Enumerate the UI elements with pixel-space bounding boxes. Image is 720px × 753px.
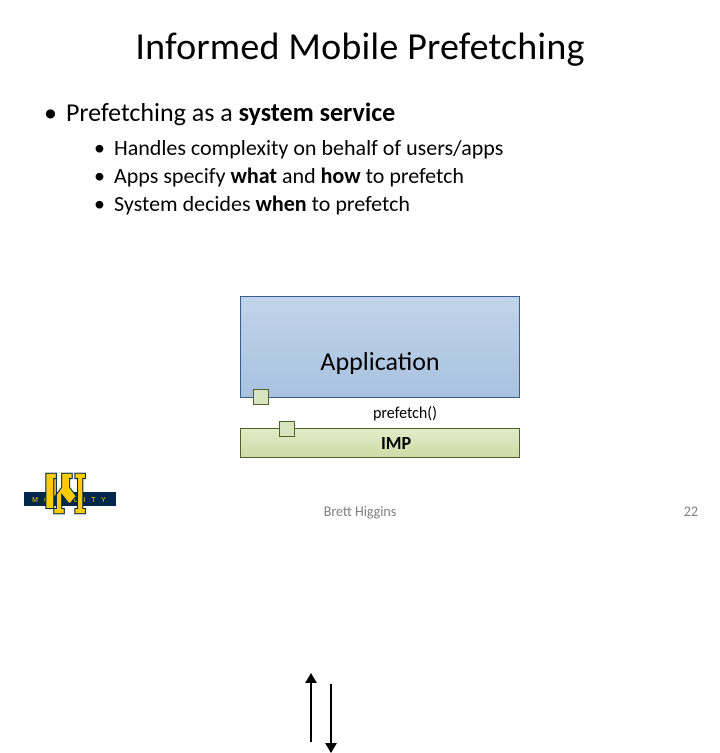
architecture-diagram: Application prefetch() IMP: [240, 296, 520, 458]
page-number: 22: [684, 503, 698, 520]
sub-bullet-2: Apps specify what and how to prefetch: [66, 162, 680, 190]
prefetch-label: prefetch(): [373, 404, 437, 423]
sub-bullet-1-text: Handles complexity on behalf of users/ap…: [114, 134, 503, 161]
application-label: Application: [320, 345, 439, 377]
sub-bullet-3-b: when: [256, 190, 307, 217]
sub-bullet-2-b1: what: [231, 162, 277, 189]
sub-bullet-2-post: to prefetch: [361, 162, 464, 189]
sub-bullet-1: Handles complexity on behalf of users/ap…: [66, 134, 680, 162]
bullet-main: Prefetching as a system service Handles …: [40, 96, 680, 218]
slide-title: Informed Mobile Prefetching: [40, 24, 680, 70]
sub-bullet-2-pre: Apps specify: [114, 162, 231, 189]
imp-label: IMP: [381, 432, 411, 454]
arrow-down-icon: [330, 684, 332, 752]
imp-box: IMP: [240, 428, 520, 458]
bullet-list-lvl2: Handles complexity on behalf of users/ap…: [66, 134, 680, 218]
arrow-up-icon: [310, 674, 312, 742]
sub-bullet-3: System decides when to prefetch: [66, 190, 680, 218]
bullet-list-lvl1: Prefetching as a system service Handles …: [40, 96, 680, 218]
sub-bullet-2-b2: how: [321, 162, 361, 189]
application-box: Application: [240, 296, 520, 398]
imp-handle-icon: [279, 421, 295, 437]
bullet-main-text-bold: system service: [239, 96, 396, 128]
sub-bullet-3-post: to prefetch: [307, 190, 410, 217]
footer-author: Brett Higgins: [0, 503, 720, 520]
sub-bullet-2-mid: and: [277, 162, 321, 189]
sub-bullet-3-pre: System decides: [114, 190, 256, 217]
bullet-main-text-pre: Prefetching as a: [66, 96, 239, 128]
